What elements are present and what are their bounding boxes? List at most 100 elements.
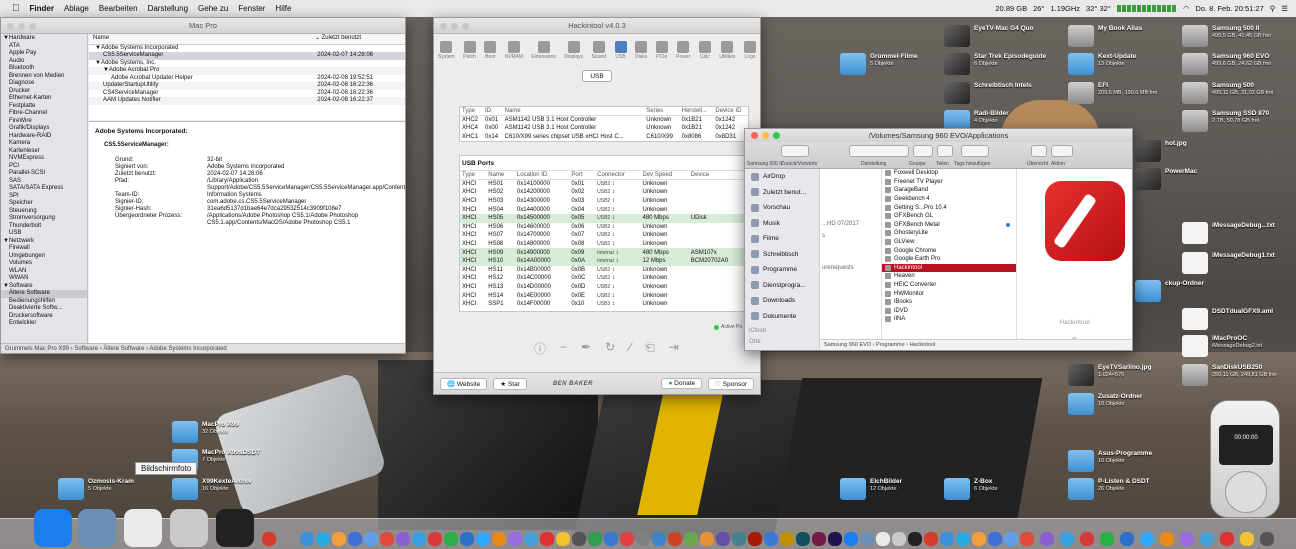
app-list-item[interactable]: GFXBench GL (882, 212, 1016, 221)
column-header[interactable]: Name (502, 107, 645, 117)
desktop-icon[interactable]: My Book Alias (1068, 25, 1142, 47)
port-row[interactable]: XHCI HS11 0x14B00000 0x0B USB2 ↕ Unknown (460, 266, 748, 275)
share-button[interactable] (937, 145, 953, 157)
tab-sound[interactable]: Sound (592, 41, 606, 60)
app-list-item[interactable]: Foxwell Desktop (882, 169, 1016, 178)
dock-app-icon[interactable] (332, 532, 346, 546)
desktop-icon[interactable]: P-Listen & DSDT 26 Objekte (1068, 478, 1150, 500)
app-list-item[interactable]: Getting S...Pro 10.4 (882, 203, 1016, 212)
column-header[interactable]: Series (644, 107, 680, 117)
sidebar-item[interactable]: Stromversorgung (1, 215, 87, 223)
zoom-icon[interactable] (773, 132, 780, 139)
dock-app-icon[interactable] (524, 532, 538, 546)
window-titlebar[interactable]: Hackintool v4.0.3 (434, 18, 760, 34)
sidebar-item[interactable]: SAS (1, 178, 87, 186)
dock-app-icon[interactable] (828, 532, 842, 546)
port-row[interactable]: XHCI HS13 0x14D00000 0x0D USB2 ↕ Unknown (460, 283, 748, 292)
star-button[interactable]: ★ Star (493, 377, 527, 390)
tab-boot[interactable]: Boot (484, 41, 497, 60)
weather-readout[interactable]: 26° (1033, 4, 1044, 13)
sidebar-item[interactable]: Speicher (1, 200, 87, 208)
desktop-icon[interactable]: Samsung 500 499,11 GB, 31,03 GB frei (1182, 82, 1273, 104)
sidebar-item[interactable]: ▼Hardware (1, 35, 87, 43)
column-header[interactable]: Device (688, 171, 748, 181)
click-wheel[interactable] (1225, 471, 1267, 513)
sidebar-item[interactable]: Kamera (1, 140, 87, 148)
sidebar-item[interactable]: Vorschau (745, 200, 819, 216)
sidebar-item[interactable]: FireWire (1, 118, 87, 126)
clock[interactable]: Do. 8. Feb. 20:51:27 (1195, 4, 1263, 13)
connector-select[interactable]: USB2 ↕ (595, 223, 640, 232)
sidebar-item[interactable]: Programme (745, 262, 819, 278)
port-row[interactable]: XHCI HS05 0x14500000 0x05 USB2 ↕ 480 Mbps UDis… (460, 213, 748, 223)
column-header[interactable]: Type (460, 107, 484, 117)
sidebar-item[interactable]: Festplatte (1, 103, 87, 111)
cpu-meter[interactable] (1116, 5, 1177, 12)
connector-select[interactable]: USB2 ↕ (595, 231, 640, 240)
dock-app-icon[interactable] (908, 532, 922, 546)
app-list-item[interactable]: Heaven (882, 272, 1016, 281)
connector-select[interactable]: USB3 ↕ (595, 300, 640, 309)
temp-readout[interactable]: 32° 32° (1086, 4, 1111, 13)
column-header[interactable]: ID (483, 107, 503, 117)
sidebar-item[interactable]: Entwickler (1, 320, 87, 328)
usb-segment[interactable]: USB (582, 70, 612, 82)
sidebar-item[interactable]: Diagnose (1, 80, 87, 88)
column-header[interactable]: Type (460, 171, 487, 181)
controller-row[interactable]: XHC1 0x14 C610/X99 series chipset USB xHCI… (460, 133, 748, 142)
dock-app-icon[interactable] (732, 532, 746, 546)
dock-app-icon[interactable] (78, 509, 116, 547)
view-mode-control[interactable] (849, 145, 909, 157)
sidebar-item[interactable]: Brennen von Medien (1, 73, 87, 81)
dock-app-icon[interactable] (924, 532, 938, 546)
controller-row[interactable]: XHC4 0x00 ASM1142 USB 3.1 Host Controller U… (460, 124, 748, 133)
dock-app-icon[interactable] (620, 532, 634, 546)
dock-app-icon[interactable] (812, 532, 826, 546)
column-item[interactable]: ...HD 07/2017 (822, 221, 859, 227)
desktop-icon[interactable]: DSDTdualGFX9.aml (1182, 308, 1273, 330)
desktop-icon[interactable]: Z-Box 6 Objekte (944, 478, 998, 500)
app-list-item[interactable]: GFXBench Metal (882, 221, 1016, 230)
back-forward-button[interactable] (781, 145, 809, 157)
table-row[interactable]: AAM Updates Notifier 2024-02-08 16:22:37 (89, 97, 405, 105)
dock-app-icon[interactable] (652, 532, 666, 546)
column-item[interactable]: s (822, 233, 825, 239)
dock-app-icon[interactable] (1180, 532, 1194, 546)
info-icon[interactable]: ⓘ (534, 340, 546, 357)
port-row[interactable]: XHCI HS04 0x14400000 0x04 USB2 ↕ Unknown (460, 205, 748, 214)
sidebar-item[interactable]: Audio (1, 58, 87, 66)
port-row[interactable]: XHCI HS09 0x14900000 0x09 Internal ↕ 480 Mbps… (460, 248, 748, 257)
app-list-item[interactable]: HWMonitor (882, 289, 1016, 298)
connector-select[interactable]: Internal ↕ (595, 256, 641, 266)
dock-app-icon[interactable] (262, 532, 276, 546)
dock-app-icon[interactable] (636, 532, 650, 546)
menu-item[interactable]: Darstellung (148, 4, 188, 13)
sidebar-item[interactable]: Dokumente (745, 309, 819, 325)
menu-item[interactable]: Bearbeiten (99, 4, 138, 13)
dock-app-icon[interactable] (748, 532, 762, 546)
window-controls[interactable] (440, 23, 469, 30)
quicklook-button[interactable] (1031, 145, 1047, 157)
window-titlebar[interactable]: Mac Pro (1, 18, 405, 34)
app-list-item[interactable]: iBooks (882, 298, 1016, 307)
port-row[interactable]: XHCI HS12 0x14C00000 0x0C USB2 ↕ Unknown (460, 274, 748, 283)
dock-app-icon[interactable] (476, 532, 490, 546)
donate-button[interactable]: ● Donate (661, 378, 703, 389)
connector-select[interactable]: USB2 ↕ (595, 274, 640, 283)
dock-app-icon[interactable] (556, 532, 570, 546)
menu-item[interactable]: Gehe zu (198, 4, 228, 13)
dock-app-icon[interactable] (300, 532, 314, 546)
tab-system[interactable]: System (438, 41, 455, 60)
app-list-item[interactable]: iINA (882, 315, 1016, 324)
dock-app-icon[interactable] (940, 532, 954, 546)
zoom-icon[interactable] (462, 23, 469, 30)
dock-app-icon[interactable] (364, 532, 378, 546)
edit-icon[interactable]: ∕ (629, 340, 631, 357)
sidebar-item[interactable]: Volumes (1, 260, 87, 268)
desktop-icon[interactable]: Grummel-Filme 5 Objekte (840, 53, 918, 75)
desktop-icon[interactable]: EFI 209,6 MB, 190,6 MB frei (1068, 82, 1157, 104)
column-header[interactable]: Location ID (514, 171, 570, 181)
sidebar-item[interactable]: USB (1, 230, 87, 238)
path-bar[interactable]: Samsung 960 EVO › Programme › Hackintool (820, 339, 1132, 350)
dock-app-icon[interactable] (1160, 532, 1174, 546)
